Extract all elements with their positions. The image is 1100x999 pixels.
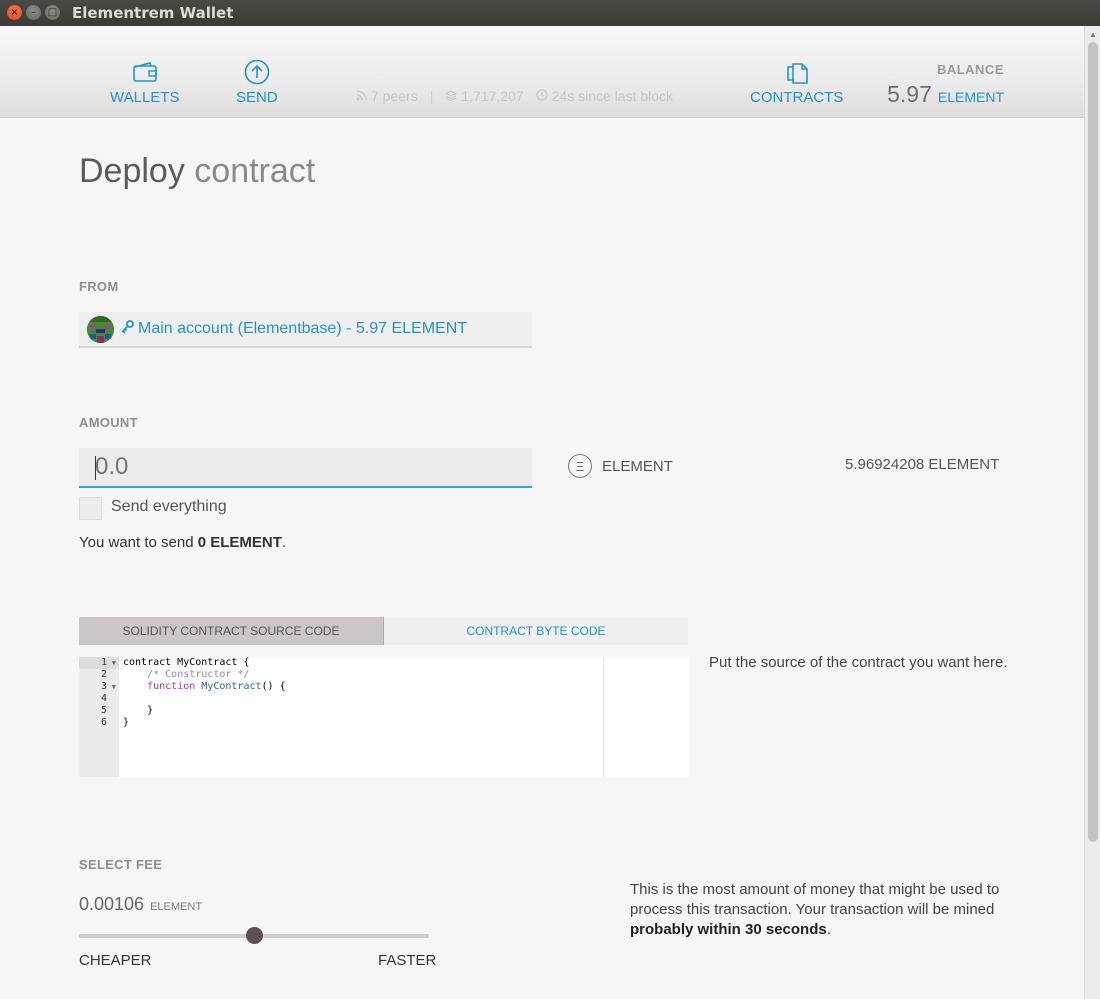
fee-value: 0.00106 — [79, 894, 145, 914]
amount-label: AMOUNT — [79, 415, 138, 430]
fee-note-text: This is the most amount of money that mi… — [630, 881, 1000, 918]
window-titlebar: × – □ Elementrem Wallet — [0, 0, 1100, 26]
send-everything-label[interactable]: Send everything — [111, 498, 227, 516]
cheaper-label: CHEAPER — [79, 952, 152, 969]
currency-label: ELEMENT — [602, 457, 673, 475]
text-cursor — [95, 456, 96, 480]
fee-label: SELECT FEE — [79, 857, 163, 872]
fold-arrow-icon[interactable]: ▼ — [112, 657, 116, 669]
code-line: } — [123, 717, 130, 728]
fee-note-bold: probably within 30 seconds — [630, 921, 827, 938]
send-summary: You want to send 0 ELEMENT. — [79, 534, 286, 551]
account-avatar — [87, 315, 114, 343]
clock-icon — [536, 88, 548, 104]
editor-hint: Put the source of the contract you want … — [709, 654, 1008, 671]
from-account-select[interactable]: Main account (Elementbase) - 5.97 ELEMEN… — [79, 312, 532, 348]
scroll-up-icon[interactable]: ▲ — [1089, 30, 1097, 39]
element-currency-icon: Ξ — [568, 454, 592, 478]
nav-contracts[interactable]: CONTRACTS — [750, 58, 843, 106]
tab-byte-code[interactable]: CONTRACT BYTE CODE — [384, 617, 688, 645]
code-line: function MyContract() { — [147, 681, 286, 692]
line-number: 2 — [100, 669, 107, 680]
balance-label: BALANCE — [936, 62, 1004, 77]
network-status: 7 peers | 1,717,207 24s since last block — [356, 88, 673, 104]
fee-unit: ELEMENT — [150, 901, 203, 913]
vertical-scrollbar[interactable]: ▲ — [1084, 26, 1100, 999]
line-number: 4 — [100, 693, 107, 704]
nav-wallets-label: WALLETS — [110, 89, 180, 106]
code-line: /* Constructor */ — [147, 669, 250, 680]
code-line: contract MyContract { — [123, 657, 250, 668]
close-window-button[interactable]: × — [7, 5, 22, 20]
maximize-window-button[interactable]: □ — [45, 5, 60, 20]
fee-slider-handle[interactable] — [245, 927, 263, 944]
amount-input[interactable] — [79, 448, 532, 488]
page-title-bold: Deploy — [79, 152, 185, 190]
code-line: } — [123, 705, 154, 716]
divider: | — [429, 88, 434, 104]
minimize-window-button[interactable]: – — [26, 5, 41, 20]
line-number: 1 ▼ — [79, 657, 119, 669]
balance-unit[interactable]: ELEMENT — [938, 89, 1004, 105]
layers-icon — [445, 88, 458, 104]
currency-selector[interactable]: Ξ ELEMENT — [568, 454, 673, 478]
peers-icon — [356, 88, 367, 104]
from-label: FROM — [79, 279, 119, 294]
balance-value: 5.97 — [887, 81, 932, 107]
line-number: 5 — [100, 705, 107, 716]
line-number: 3 ▼ — [100, 681, 116, 693]
fee-note-end: . — [826, 921, 831, 938]
faster-label: FASTER — [378, 952, 437, 969]
send-summary-prefix: You want to send — [79, 534, 198, 551]
fee-slider[interactable] — [79, 927, 429, 944]
tab-source-code[interactable]: SOLIDITY CONTRACT SOURCE CODE — [79, 617, 384, 645]
fee-amount: 0.00106 ELEMENT — [79, 894, 202, 915]
window-title: Elementrem Wallet — [72, 4, 234, 22]
contracts-icon — [783, 58, 811, 86]
nav-wallets[interactable]: WALLETS — [110, 58, 179, 106]
key-icon — [120, 319, 134, 339]
editor-code[interactable]: contract MyContract { /* Constructor */ … — [123, 657, 286, 729]
send-everything-checkbox[interactable] — [79, 497, 102, 520]
from-account-label: Main account (Elementbase) - 5.97 ELEMEN… — [138, 320, 468, 337]
page-title-light: contract — [194, 152, 316, 190]
app-header: WALLETS SEND 7 peers | 1,717,207 24s sin… — [0, 26, 1084, 118]
nav-contracts-label: CONTRACTS — [750, 89, 844, 106]
code-editor[interactable]: 1 ▼ 2 3 ▼ 4 5 6 contract MyContract { /* C… — [79, 657, 689, 777]
fee-description: This is the most amount of money that mi… — [630, 880, 1010, 940]
last-block-time: 24s since last block — [551, 88, 674, 104]
balance-display: BALANCE 5.97 ELEMENT — [887, 62, 1004, 108]
page-title: Deploy contract — [79, 152, 315, 191]
scrollbar-thumb[interactable] — [1088, 42, 1098, 842]
block-number: 1,717,207 — [461, 88, 524, 104]
line-number: 6 — [100, 717, 107, 728]
send-summary-suffix: . — [281, 534, 287, 551]
nav-send[interactable]: SEND — [236, 58, 278, 106]
upload-arrow-icon — [243, 58, 271, 86]
print-margin — [603, 657, 604, 777]
send-summary-value: 0 ELEMENT — [197, 534, 282, 551]
peers-count: 7 peers — [371, 88, 418, 104]
available-balance: 5.96924208 ELEMENT — [845, 456, 1000, 473]
editor-gutter: 1 ▼ 2 3 ▼ 4 5 6 — [79, 657, 119, 777]
nav-send-label: SEND — [236, 89, 278, 106]
code-tabs: SOLIDITY CONTRACT SOURCE CODE CONTRACT B… — [79, 617, 688, 645]
fold-arrow-icon[interactable]: ▼ — [112, 681, 116, 693]
wallet-icon — [131, 58, 159, 86]
